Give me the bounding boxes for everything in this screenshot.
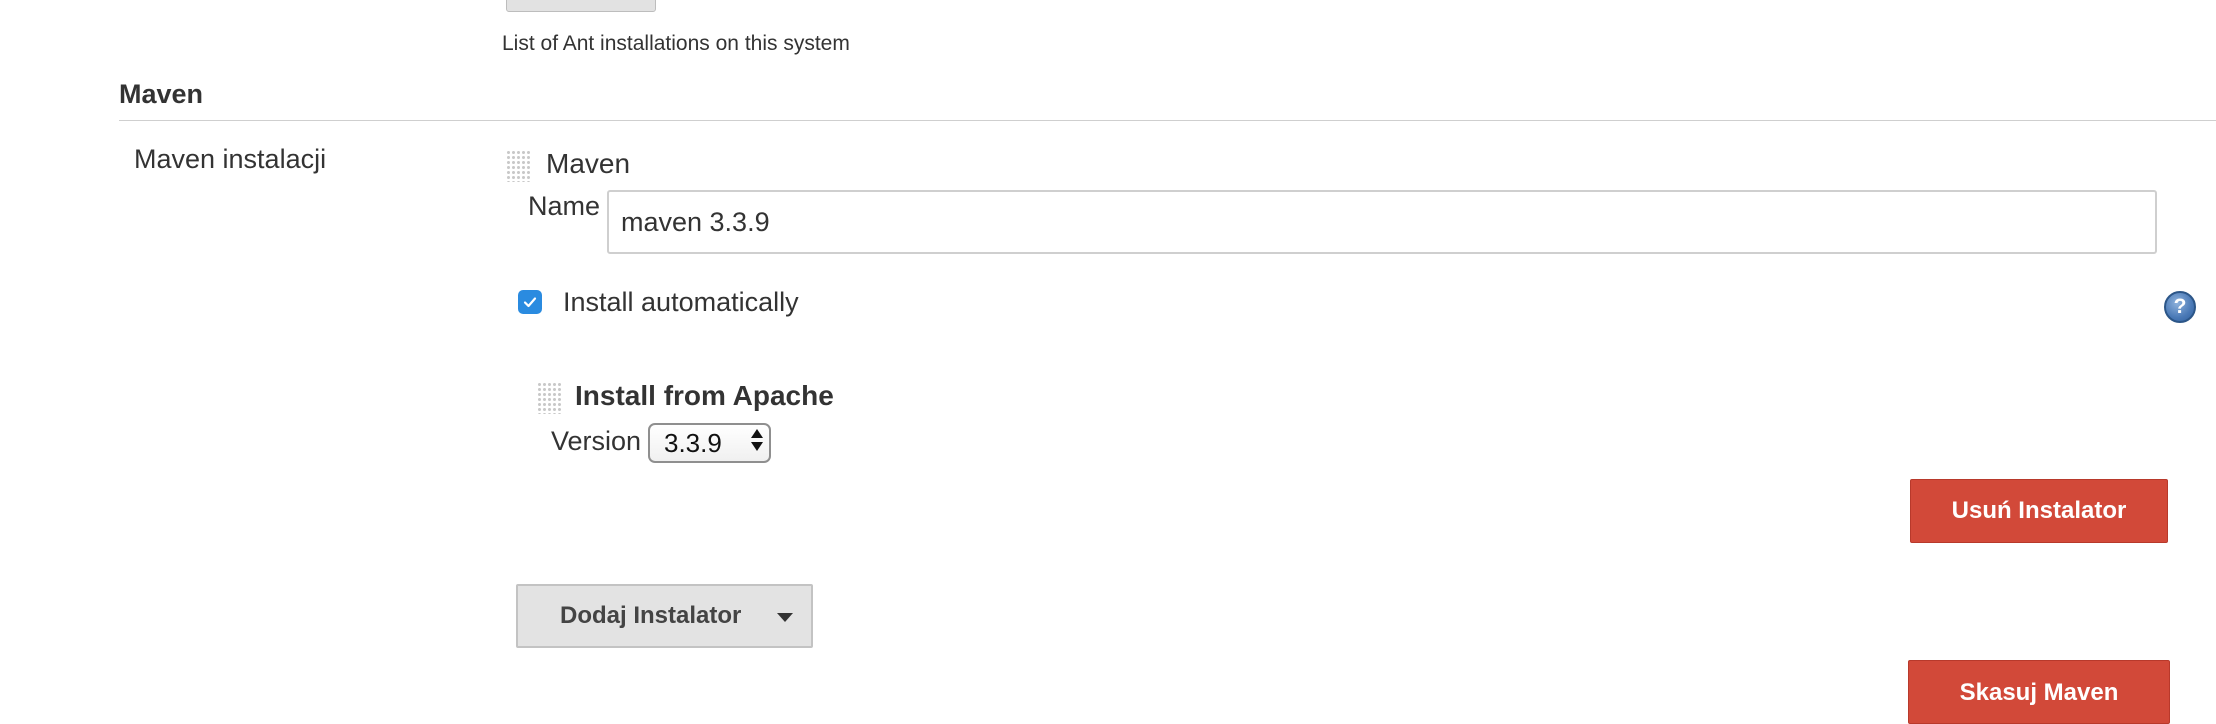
add-installer-label: Dodaj Instalator bbox=[560, 602, 742, 629]
maven-item-title: Maven bbox=[546, 148, 631, 179]
select-arrows-icon bbox=[751, 429, 763, 451]
check-icon bbox=[523, 297, 537, 308]
caret-down-icon bbox=[777, 613, 793, 622]
install-automatically-label: Install automatically bbox=[563, 287, 799, 317]
add-installer-button[interactable]: Dodaj Instalator bbox=[516, 584, 813, 648]
drag-handle-icon[interactable] bbox=[537, 382, 561, 414]
ant-add-button-partial[interactable] bbox=[506, 0, 656, 12]
version-selected-value: 3.3.9 bbox=[664, 427, 722, 458]
section-divider bbox=[119, 120, 2216, 121]
maven-installations-label: Maven instalacji bbox=[134, 144, 327, 174]
name-input[interactable] bbox=[607, 190, 2157, 254]
version-label: Version bbox=[551, 426, 642, 456]
install-automatically-checkbox[interactable] bbox=[518, 290, 542, 314]
delete-maven-button[interactable]: Skasuj Maven bbox=[1908, 660, 2170, 724]
help-icon[interactable]: ? bbox=[2164, 291, 2196, 323]
version-select[interactable]: 3.3.9 bbox=[648, 423, 771, 463]
drag-handle-icon[interactable] bbox=[506, 150, 530, 182]
ant-installations-help-text: List of Ant installations on this system bbox=[502, 32, 850, 55]
name-label: Name bbox=[528, 191, 601, 221]
remove-installer-button[interactable]: Usuń Instalator bbox=[1910, 479, 2168, 543]
section-title-maven: Maven bbox=[119, 79, 204, 109]
installer-title: Install from Apache bbox=[575, 380, 834, 411]
